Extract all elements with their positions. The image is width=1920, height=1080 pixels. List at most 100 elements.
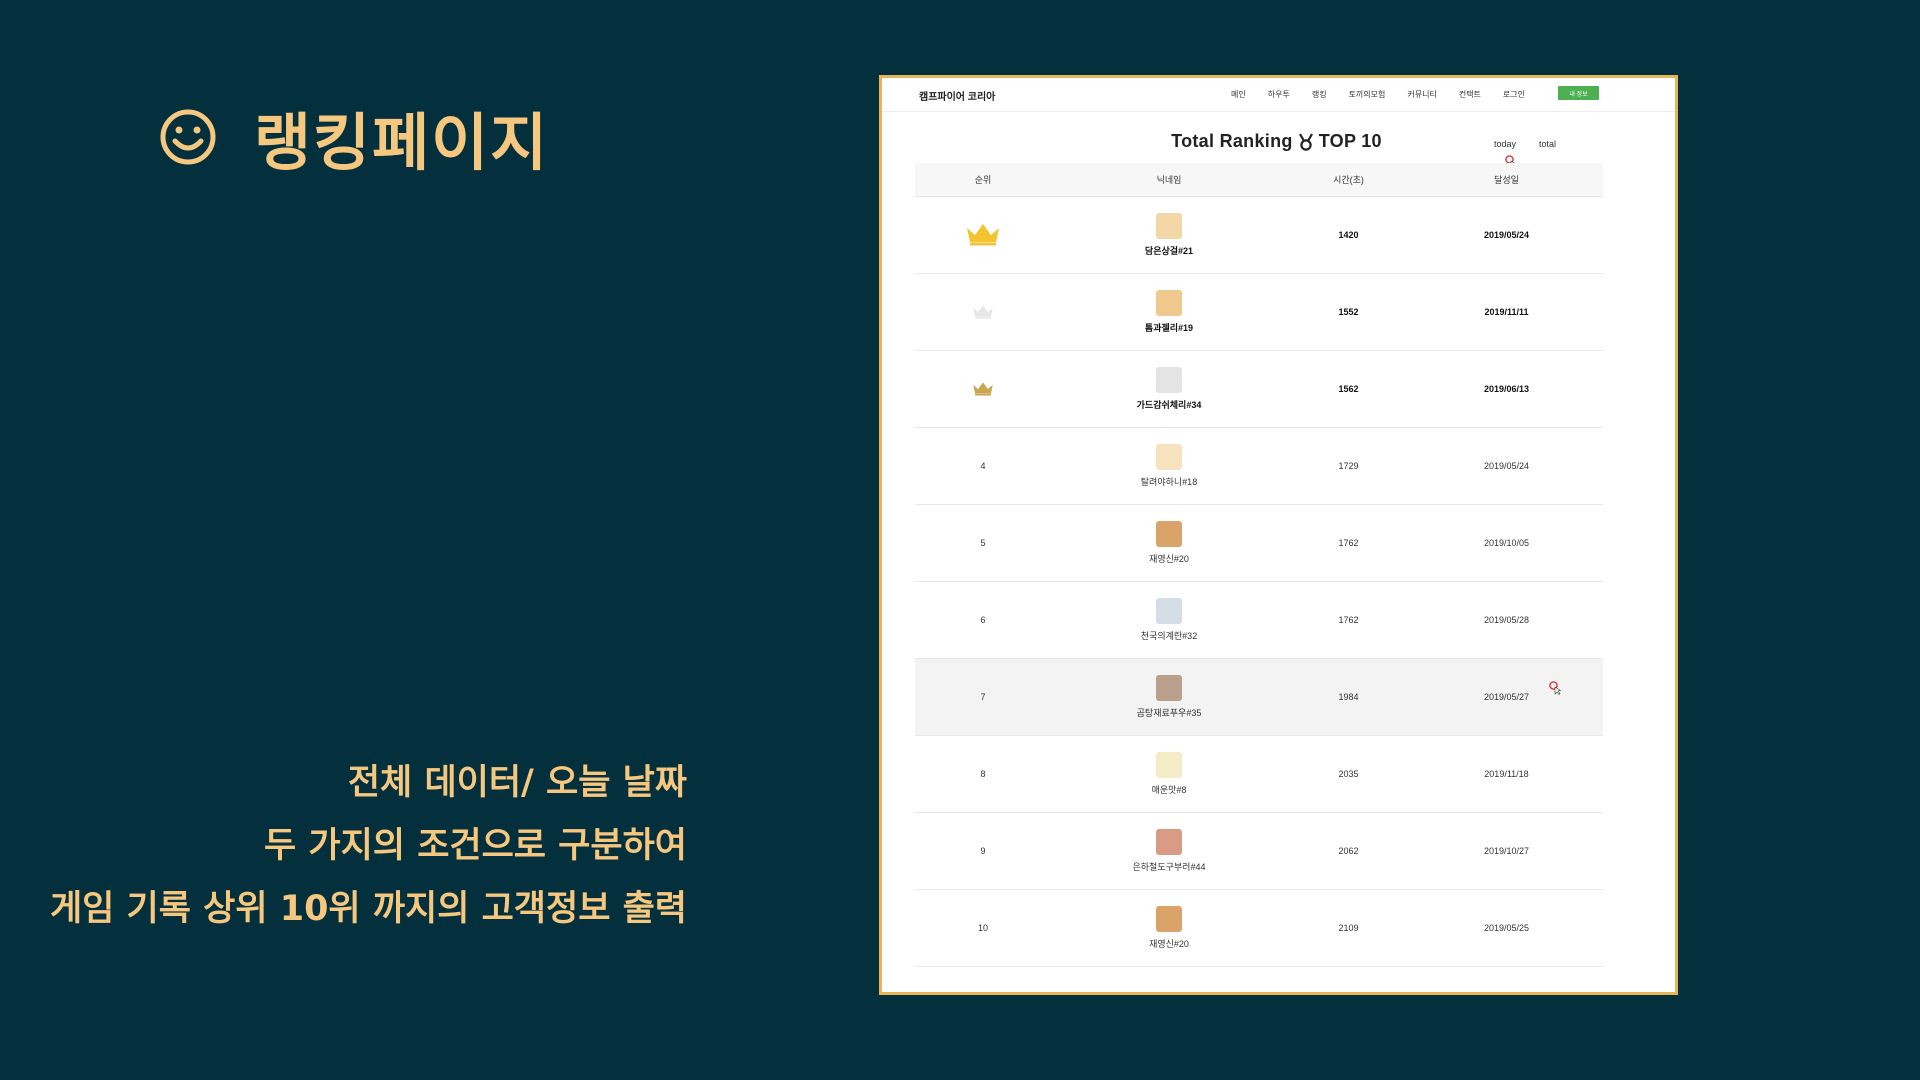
date-cell: 2019/05/25 [1483,923,1530,933]
nickname-cell: 매운맛#8 [1051,752,1287,796]
table-row: 9 은하철도구부러#44 2062 2019/10/27 [915,813,1603,890]
header-rank: 순위 [974,175,992,185]
rank-cell: 8 [980,769,986,779]
avatar [1156,829,1182,855]
rank-cell [915,304,1051,321]
nav-link-community[interactable]: 커뮤니티 [1407,89,1436,100]
nickname: 은하철도구부러#44 [1132,862,1206,872]
avatar [1156,906,1182,932]
avatar [1156,752,1182,778]
nav-link-contact[interactable]: 컨택트 [1459,89,1481,100]
avatar [1156,444,1182,470]
date-cell: 2019/06/13 [1483,384,1530,394]
crown-silver-icon [973,304,993,319]
desc-line: 전체 데이터/ 오늘 날짜 [347,763,687,803]
nickname: 톰과젤리#19 [1144,323,1194,333]
nickname: 매운맛#8 [1151,785,1187,795]
ranking-table: 순위 닉네임 시간(초) 달성일 담은상걸#21 1420 2019/05/24 톰과… [915,163,1603,967]
avatar [1156,598,1182,624]
nickname-cell: 탈려야하니#18 [1051,444,1287,488]
rank-cell: 9 [980,846,986,856]
table-row: 10 재영신#20 2109 2019/05/25 [915,890,1603,967]
nickname-cell: 곰탕재료푸우#35 [1051,675,1287,719]
crown-gold-icon [967,224,999,246]
my-info-button[interactable]: 내 정보 [1558,86,1599,100]
date-cell: 2019/10/05 [1483,538,1530,548]
nickname-cell: 천국의계란#32 [1051,598,1287,642]
time-cell: 1552 [1338,307,1359,317]
rank-cell: 7 [980,692,986,702]
time-cell: 1762 [1338,615,1359,625]
rank-cell: 5 [980,538,986,548]
filter-today[interactable]: today [1494,139,1516,149]
navbar: 캠프파이어 코리아 메인 하우투 랭킹 토끼의모험 커뮤니티 컨택트 로그인 내… [882,78,1675,112]
desc-line: 게임 기록 상위 10위 까지의 고객정보 출력 [49,889,687,929]
ranking-title-right: TOP 10 [1318,131,1382,151]
nickname-cell: 톰과젤리#19 [1051,290,1287,334]
rank-cell: 6 [980,615,986,625]
date-cell: 2019/11/18 [1484,769,1529,779]
slide-description: 전체 데이터/ 오늘 날짜 두 가지의 조건으로 구분하여 게임 기록 상위 1… [50,752,687,941]
avatar [1156,675,1182,701]
slide-heading: 랭킹페이지 [158,92,549,182]
nickname: 탈려야하니#18 [1140,477,1198,487]
rank-cell [915,381,1051,398]
table-row: 6 천국의계란#32 1762 2019/05/28 [915,582,1603,659]
nickname: 곰탕재료푸우#35 [1136,708,1202,718]
nav-link-login[interactable]: 로그인 [1503,89,1525,100]
time-cell: 2062 [1338,846,1359,856]
desc-line: 두 가지의 조건으로 구분하여 [264,826,687,866]
nav-link-howto[interactable]: 하우투 [1268,89,1290,100]
table-row: 가드감쉬체리#34 1562 2019/06/13 [915,351,1603,428]
table-header: 순위 닉네임 시간(초) 달성일 [915,163,1603,197]
nickname: 천국의계란#32 [1140,631,1198,641]
time-cell: 2109 [1338,923,1359,933]
header-date: 달성일 [1494,175,1519,185]
ranking-page-screenshot: 캠프파이어 코리아 메인 하우투 랭킹 토끼의모험 커뮤니티 컨택트 로그인 내… [879,75,1678,995]
nickname-cell: 가드감쉬체리#34 [1051,367,1287,411]
time-cell: 1984 [1338,692,1359,702]
table-row: 7 곰탕재료푸우#35 1984 2019/05/27 [915,659,1603,736]
nav-links: 메인 하우투 랭킹 토끼의모험 커뮤니티 컨택트 로그인 [1231,89,1547,100]
brand-logo[interactable]: 캠프파이어 코리아 [919,88,995,103]
table-row: 담은상걸#21 1420 2019/05/24 [915,197,1603,274]
date-cell: 2019/10/27 [1483,846,1530,856]
date-cell: 2019/05/27 [1483,692,1530,702]
time-cell: 2035 [1338,769,1359,779]
time-cell: 1562 [1338,384,1359,394]
avatar [1156,521,1182,547]
rank-cell [915,222,1051,248]
nav-link-game[interactable]: 토끼의모험 [1349,89,1386,100]
nickname: 담은상걸#21 [1144,246,1194,256]
ranking-title: Total Ranking TOP 10 [882,131,1675,152]
avatar [1156,290,1182,316]
avatar [1156,213,1182,239]
date-cell: 2019/05/24 [1483,230,1530,240]
header-time: 시간(초) [1333,175,1364,185]
smiley-icon [160,109,216,165]
rank-cell: 4 [980,461,986,471]
table-row: 5 재영신#20 1762 2019/10/05 [915,505,1603,582]
table-row: 4 탈려야하니#18 1729 2019/05/24 [915,428,1603,505]
medal-icon [1298,132,1313,151]
slide-title: 랭킹페이지 [254,106,550,179]
time-cell: 1762 [1338,538,1359,548]
date-cell: 2019/05/24 [1483,461,1530,471]
date-cell: 2019/05/28 [1483,615,1530,625]
period-filters: today total [1494,139,1556,149]
avatar [1156,367,1182,393]
nickname: 가드감쉬체리#34 [1136,400,1202,410]
mouse-cursor-icon [1549,681,1561,695]
nickname-cell: 은하철도구부러#44 [1051,829,1287,873]
crown-bronze-icon [973,381,993,396]
table-body: 담은상걸#21 1420 2019/05/24 톰과젤리#19 1552 2019/11/… [915,197,1603,967]
nav-link-ranking[interactable]: 랭킹 [1312,89,1327,100]
date-cell: 2019/11/11 [1484,307,1529,317]
filter-total[interactable]: total [1539,139,1556,149]
nickname: 재영신#20 [1149,939,1189,949]
nickname-cell: 담은상걸#21 [1051,213,1287,257]
table-row: 톰과젤리#19 1552 2019/11/11 [915,274,1603,351]
nickname-cell: 재영신#20 [1051,521,1287,565]
time-cell: 1729 [1338,461,1359,471]
nav-link-main[interactable]: 메인 [1231,89,1246,100]
